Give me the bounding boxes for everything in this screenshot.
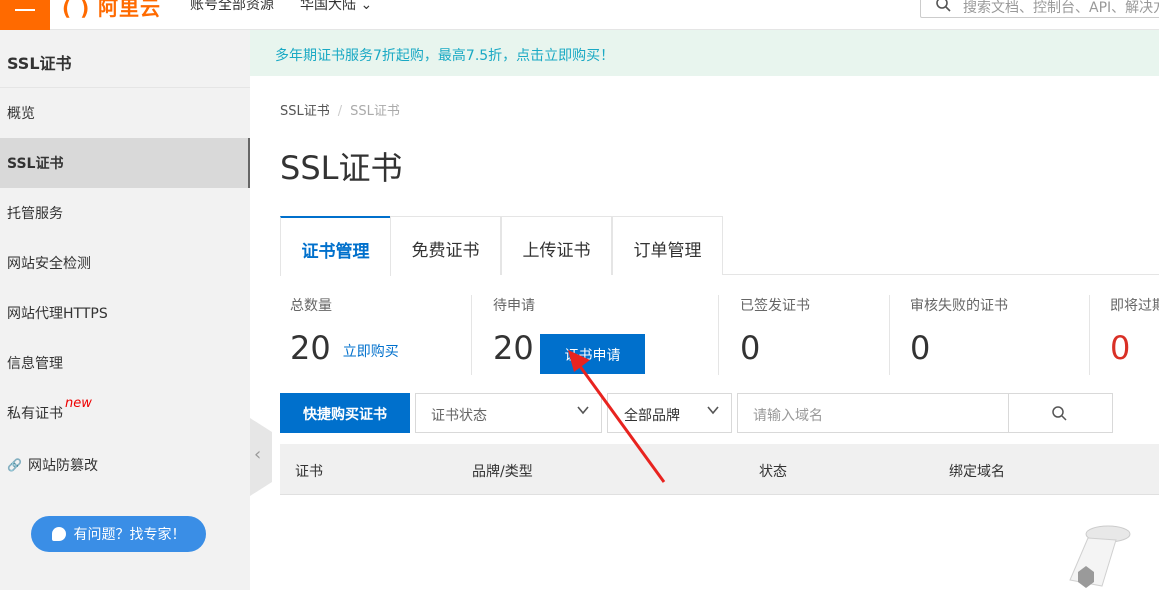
stat-pending: 待申请 20 <box>493 298 535 367</box>
external-link-icon: 🔗 <box>7 458 22 472</box>
domain-search-input[interactable]: 请输入域名 <box>737 393 1009 433</box>
stat-pending-value: 20 <box>493 329 534 367</box>
tab-free-cert[interactable]: 免费证书 <box>390 216 501 275</box>
column-header-bound-domain: 绑定域名 <box>949 464 1005 480</box>
sidebar-item-private-cert[interactable]: 私有证书 new <box>0 388 250 438</box>
divider <box>1089 295 1090 375</box>
sidebar-item-info-management[interactable]: 信息管理 <box>0 338 250 388</box>
stat-expiring: 即将过期 0 <box>1110 298 1159 367</box>
column-header-cert: 证书 <box>295 464 323 480</box>
tab-bar: 证书管理 免费证书 上传证书 订单管理 <box>280 216 1159 276</box>
tab-cert-management[interactable]: 证书管理 <box>280 216 391 276</box>
collapse-sidebar-handle[interactable]: ‹ <box>250 418 272 496</box>
page-title: SSL证书 <box>280 149 403 187</box>
tab-upload-cert[interactable]: 上传证书 <box>501 216 612 275</box>
chevron-left-icon: ‹ <box>254 444 262 465</box>
buy-now-link[interactable]: 立即购买 <box>343 341 399 361</box>
breadcrumb-current: SSL证书 <box>350 104 400 119</box>
sidebar-item-https-proxy[interactable]: 网站代理HTTPS <box>0 288 250 338</box>
quick-buy-cert-button[interactable]: 快捷购买证书 <box>280 393 410 433</box>
stat-issued: 已签发证书 0 <box>740 298 810 367</box>
sidebar-item-managed-service[interactable]: 托管服务 <box>0 188 250 238</box>
sidebar: SSL证书 概览 SSL证书 托管服务 网站安全检测 网站代理HTTPS 信息管… <box>0 30 250 590</box>
menu-icon[interactable] <box>0 0 50 30</box>
sidebar-item-overview[interactable]: 概览 <box>0 88 250 138</box>
search-icon <box>1052 406 1067 421</box>
global-search-input[interactable]: 搜索文档、控制台、API、解决方案和资源 <box>920 0 1159 18</box>
nav-account-resources[interactable]: 账号全部资源 <box>190 0 274 14</box>
stat-issued-value: 0 <box>740 329 761 367</box>
top-bar: ( )阿里云 账号全部资源 华国大陆 ⌄ 搜索文档、控制台、API、解决方案和资… <box>0 0 1159 30</box>
chat-bubble-icon <box>51 527 66 541</box>
column-header-status: 状态 <box>759 464 787 480</box>
promo-banner[interactable]: 多年期证书服务7折起购，最高7.5折，点击立即购买！ <box>250 30 1159 76</box>
sidebar-item-ssl-cert[interactable]: SSL证书 <box>0 138 250 188</box>
chevron-down-icon <box>707 406 719 415</box>
search-icon <box>936 0 951 12</box>
annotation-arrow <box>568 350 666 483</box>
stat-expiring-value: 0 <box>1110 329 1131 367</box>
sidebar-title: SSL证书 <box>0 30 250 88</box>
chevron-down-icon: ⌄ <box>360 0 373 13</box>
breadcrumb: SSL证书 / SSL证书 <box>280 104 400 119</box>
aliyun-logo[interactable]: ( ) 阿里云 <box>62 0 161 21</box>
column-header-brand-type: 品牌/类型 <box>472 464 533 480</box>
table-header: 证书 品牌/类型 状态 绑定域名 <box>280 444 1159 495</box>
tab-order-management[interactable]: 订单管理 <box>612 216 723 275</box>
domain-search-button[interactable] <box>1008 393 1113 433</box>
stat-total: 总数量 20 立即购买 <box>290 298 399 367</box>
sidebar-item-anti-tamper[interactable]: 🔗 网站防篡改 <box>0 440 250 490</box>
stat-failed-value: 0 <box>910 329 931 367</box>
new-badge: new <box>65 395 92 411</box>
divider <box>471 295 472 375</box>
stat-total-value: 20 <box>290 329 331 367</box>
empty-state-illustration <box>1069 525 1131 588</box>
divider <box>889 295 890 375</box>
divider <box>718 295 719 375</box>
sidebar-item-site-security-scan[interactable]: 网站安全检测 <box>0 238 250 288</box>
stat-failed: 审核失败的证书 0 <box>910 298 1008 367</box>
nav-region-selector[interactable]: 华国大陆 ⌄ <box>300 0 372 14</box>
ask-expert-button[interactable]: 有问题？找专家！ <box>31 516 206 552</box>
breadcrumb-parent[interactable]: SSL证书 <box>280 104 330 119</box>
